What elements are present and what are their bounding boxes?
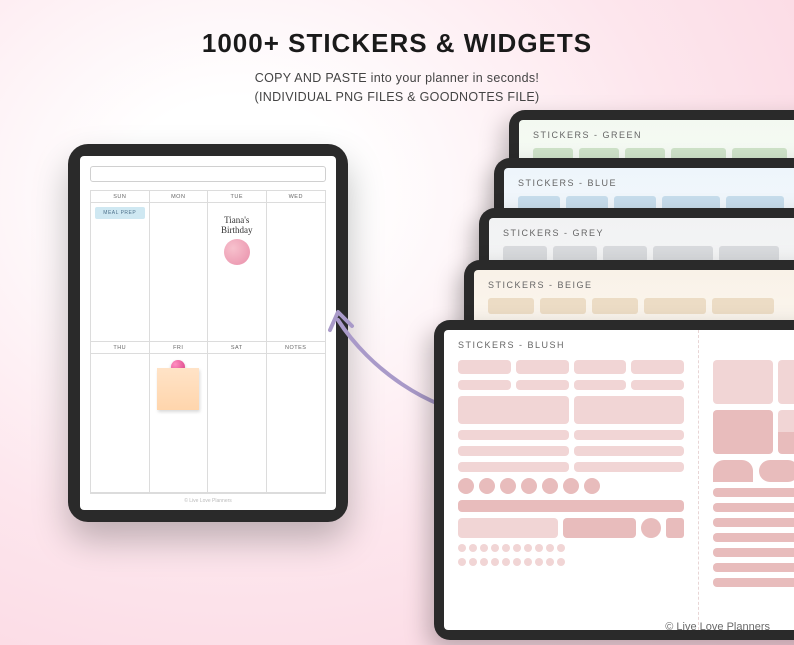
day-wed: WED — [267, 191, 326, 203]
headline-title: 1000+ STICKERS & WIDGETS — [0, 28, 794, 59]
day-notes: NOTES — [267, 342, 326, 354]
cell-mon — [150, 203, 209, 342]
book-label-grey: STICKERS - GREY — [503, 228, 604, 238]
day-fri: FRI — [150, 342, 209, 354]
blush-right-page — [699, 330, 794, 630]
sticker-book-stack: STICKERS - GREEN STICKERS - BLUE STICKER… — [394, 110, 794, 630]
cell-wed — [267, 203, 326, 342]
day-sun: SUN — [91, 191, 150, 203]
book-label-blue: STICKERS - BLUE — [518, 178, 617, 188]
cell-fri — [150, 354, 209, 493]
planner-grid: SUN MON TUE WED MEAL PREP Tiana's Birthd… — [90, 190, 326, 494]
planner-title-bar — [90, 166, 326, 182]
headline: 1000+ STICKERS & WIDGETS COPY AND PASTE … — [0, 0, 794, 107]
ipad-planner: SUN MON TUE WED MEAL PREP Tiana's Birthd… — [68, 144, 348, 522]
headline-sub2: (INDIVIDUAL PNG FILES & GOODNOTES FILE) — [0, 88, 794, 107]
sticker-mealprep: MEAL PREP — [95, 207, 145, 219]
day-mon: MON — [150, 191, 209, 203]
cell-tue: Tiana's Birthday — [208, 203, 267, 342]
day-tue: TUE — [208, 191, 267, 203]
cell-sun: MEAL PREP — [91, 203, 150, 342]
sticker-book-blush: STICKERS - BLUSH — [434, 320, 794, 640]
birthday-icon — [224, 239, 250, 265]
book-label-green: STICKERS - GREEN — [533, 130, 642, 140]
headline-sub1: COPY AND PASTE into your planner in seco… — [0, 69, 794, 88]
ipad-screen: SUN MON TUE WED MEAL PREP Tiana's Birthd… — [80, 156, 336, 510]
book-label-beige: STICKERS - BEIGE — [488, 280, 593, 290]
cell-notes — [267, 354, 326, 493]
day-sat: SAT — [208, 342, 267, 354]
copyright: © Live Love Planners — [665, 621, 770, 633]
cell-sat — [208, 354, 267, 493]
sticky-note — [157, 368, 199, 410]
planner-footer: © Live Love Planners — [90, 498, 326, 504]
cell-thu — [91, 354, 150, 493]
day-thu: THU — [91, 342, 150, 354]
blush-left-page — [444, 330, 699, 630]
birthday-text: Tiana's Birthday — [212, 215, 262, 235]
